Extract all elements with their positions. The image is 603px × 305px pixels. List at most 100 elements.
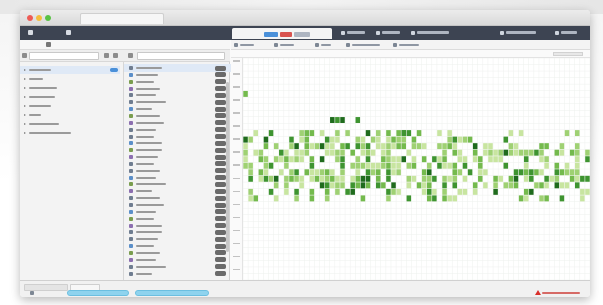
tree-item[interactable] — [20, 129, 120, 137]
heatmap-cell[interactable] — [386, 149, 391, 156]
heatmap-cell[interactable] — [284, 162, 289, 169]
heatmap-cell[interactable] — [442, 162, 447, 169]
heatmap-cell[interactable] — [411, 162, 417, 169]
heatmap-cell[interactable] — [294, 188, 299, 195]
heatmap-cell[interactable] — [503, 182, 509, 189]
heatmap-cell[interactable] — [529, 169, 534, 176]
heatmap-cell[interactable] — [539, 149, 544, 156]
heatmap-cell[interactable] — [457, 149, 463, 156]
heatmap-cell[interactable] — [457, 156, 463, 163]
heatmap-cell[interactable] — [416, 130, 422, 137]
heatmap-cell[interactable] — [488, 143, 493, 150]
heatmap-cell[interactable] — [355, 162, 361, 169]
heatmap-cell[interactable] — [289, 169, 294, 176]
right-toolbar-item-chart[interactable] — [393, 43, 419, 47]
heatmap-cell[interactable] — [340, 156, 345, 163]
heatmap-cell[interactable] — [585, 175, 590, 182]
nav-user-button[interactable] — [66, 29, 98, 37]
heatmap-cell[interactable] — [330, 175, 335, 182]
heatmap-cell[interactable] — [294, 175, 299, 182]
heatmap-cell[interactable] — [539, 169, 544, 176]
heatmap-cell[interactable] — [523, 188, 529, 195]
heatmap-cell[interactable] — [488, 156, 493, 163]
heatmap-cell[interactable] — [498, 149, 503, 156]
heatmap-cell[interactable] — [243, 90, 248, 97]
chevron-right-icon[interactable] — [24, 132, 26, 134]
heatmap-cell[interactable] — [574, 149, 580, 156]
heatmap-cell[interactable] — [452, 169, 458, 176]
heatmap-cell[interactable] — [324, 195, 330, 202]
heatmap-cell[interactable] — [355, 143, 361, 150]
heatmap-cell[interactable] — [493, 156, 498, 163]
heatmap-cell[interactable] — [324, 182, 330, 189]
heatmap-cell[interactable] — [299, 156, 304, 163]
heatmap-cell[interactable] — [462, 156, 468, 163]
heatmap-cell[interactable] — [421, 156, 427, 163]
heatmap-cell[interactable] — [370, 169, 376, 176]
heatmap-cell[interactable] — [304, 143, 310, 150]
heatmap-cell[interactable] — [330, 143, 335, 150]
list-item[interactable] — [124, 270, 231, 278]
heatmap-cell[interactable] — [304, 130, 310, 137]
heatmap-cell[interactable] — [493, 188, 498, 195]
chevron-right-icon[interactable] — [24, 69, 26, 71]
heatmap-cell[interactable] — [529, 188, 534, 195]
heatmap-cell[interactable] — [427, 182, 432, 189]
heatmap-cell[interactable] — [508, 130, 514, 137]
heatmap-cell[interactable] — [391, 169, 396, 176]
heatmap-cell[interactable] — [355, 182, 361, 189]
heatmap-cell[interactable] — [427, 169, 432, 176]
heatmap-cell[interactable] — [279, 156, 284, 163]
heatmap-cell[interactable] — [253, 149, 259, 156]
chevron-right-icon[interactable] — [24, 105, 26, 107]
heatmap-cell[interactable] — [544, 195, 549, 202]
heatmap-cell[interactable] — [432, 195, 437, 202]
heatmap-cell[interactable] — [442, 149, 447, 156]
heatmap-cell[interactable] — [314, 169, 320, 176]
heatmap-cell[interactable] — [452, 182, 458, 189]
heatmap-cell[interactable] — [314, 143, 320, 150]
maximize-window-button[interactable] — [45, 15, 51, 21]
tree-search-input[interactable] — [29, 52, 99, 60]
heatmap-cell[interactable] — [493, 182, 498, 189]
heatmap-cell[interactable] — [365, 182, 371, 189]
heatmap-cell[interactable] — [381, 162, 386, 169]
heatmap-cell[interactable] — [483, 182, 488, 189]
heatmap-cell[interactable] — [544, 182, 549, 189]
heatmap-cell[interactable] — [483, 169, 488, 176]
heatmap-cell[interactable] — [554, 182, 560, 189]
heatmap-cell[interactable] — [375, 143, 381, 150]
heatmap-cell[interactable] — [258, 169, 264, 176]
heatmap-cell[interactable] — [447, 143, 452, 150]
heatmap-cell[interactable] — [452, 149, 458, 156]
heatmap-cell[interactable] — [381, 156, 386, 163]
heatmap-cell[interactable] — [539, 143, 544, 150]
heatmap-cell[interactable] — [585, 149, 590, 156]
heatmap-cell[interactable] — [365, 149, 371, 156]
heatmap-cell[interactable] — [258, 156, 264, 163]
heatmap-cell[interactable] — [299, 182, 304, 189]
heatmap-cell[interactable] — [309, 175, 315, 182]
heatmap-cell[interactable] — [416, 143, 422, 150]
heatmap-cell[interactable] — [416, 182, 422, 189]
heatmap-cell[interactable] — [273, 195, 279, 202]
heatmap-cell[interactable] — [518, 149, 524, 156]
heatmap-cell[interactable] — [309, 130, 315, 137]
heatmap-cell[interactable] — [299, 175, 304, 182]
heatmap-cell[interactable] — [289, 143, 294, 150]
heatmap-cell[interactable] — [340, 117, 345, 123]
heatmap-cell[interactable] — [324, 136, 330, 143]
heatmap-cell[interactable] — [462, 162, 468, 169]
heatmap-cell[interactable] — [386, 162, 391, 169]
heatmap-cell[interactable] — [569, 169, 575, 176]
heatmap-cell[interactable] — [549, 175, 554, 182]
heatmap-cell[interactable] — [554, 149, 560, 156]
heatmap-cell[interactable] — [518, 195, 524, 202]
heatmap-cell[interactable] — [355, 169, 361, 176]
heatmap-cell[interactable] — [513, 149, 519, 156]
heatmap-cell[interactable] — [513, 143, 519, 150]
heatmap-cell[interactable] — [330, 149, 335, 156]
heatmap-cell[interactable] — [513, 182, 519, 189]
heatmap-cell[interactable] — [574, 156, 580, 163]
heatmap-options-box[interactable] — [553, 52, 583, 56]
